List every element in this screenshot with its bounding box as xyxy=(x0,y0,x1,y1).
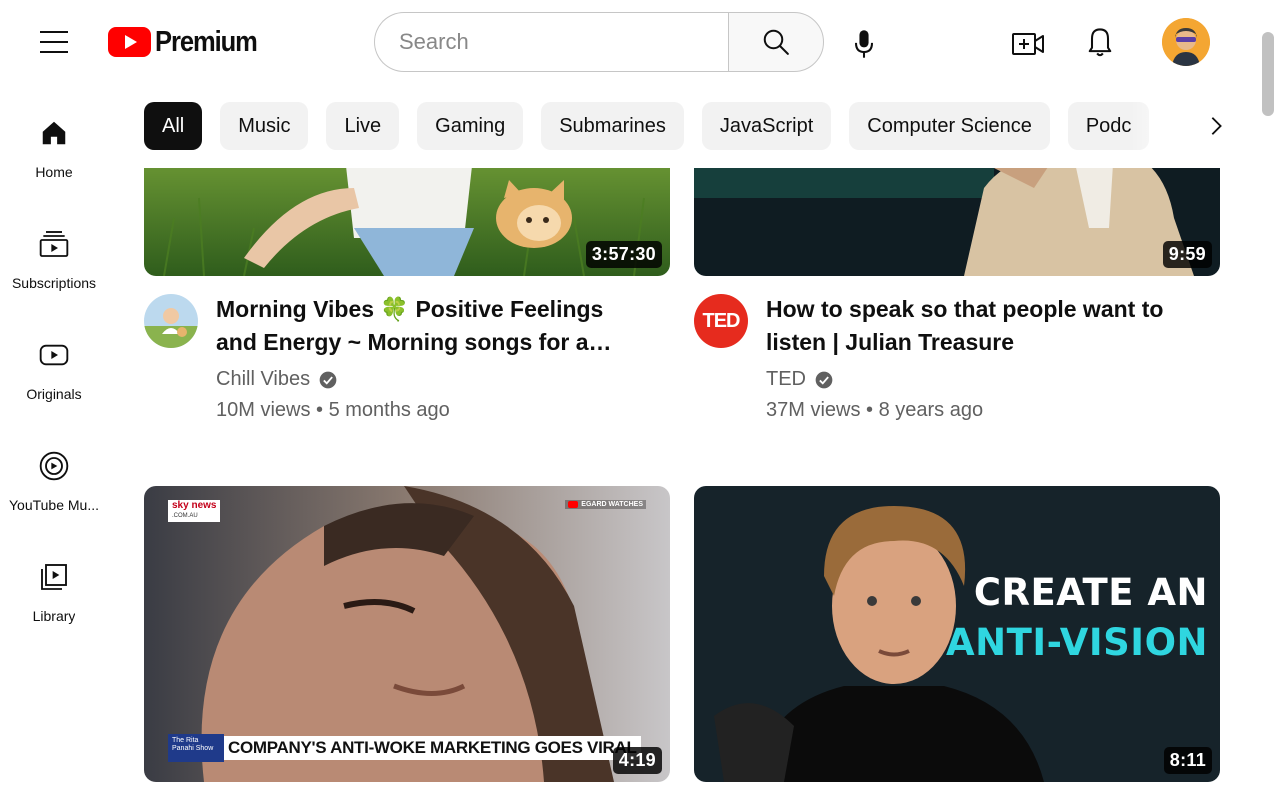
sidebar-item-originals[interactable]: Originals xyxy=(0,318,108,429)
video-thumbnail[interactable]: 3:57:30 xyxy=(144,168,670,276)
create-button[interactable] xyxy=(1006,22,1050,66)
masthead: Premium xyxy=(0,0,1280,84)
filter-chip-bar: All Music Live Gaming Submarines JavaScr… xyxy=(144,102,1230,150)
youtube-play-logo-icon xyxy=(108,27,151,57)
channel-name-text: Chill Vibes xyxy=(216,368,311,390)
chip-submarines[interactable]: Submarines xyxy=(541,102,684,150)
thumbnail-headline-line2: ANTI-VISION xyxy=(945,621,1208,664)
sidebar-item-library[interactable]: Library xyxy=(0,540,108,651)
channel-avatar-image xyxy=(144,294,198,348)
video-duration: 9:59 xyxy=(1162,241,1212,268)
youtube-premium-logo[interactable]: Premium xyxy=(108,26,271,58)
microphone-icon xyxy=(854,30,874,58)
originals-icon xyxy=(39,344,69,366)
video-thumbnail[interactable]: CREATE AN ANTI-VISION 8:11 xyxy=(694,486,1220,782)
youtube-music-icon xyxy=(39,451,69,481)
page-scrollbar[interactable] xyxy=(1262,32,1274,116)
mini-guide: Home Subscriptions Originals YouTube Mu.… xyxy=(0,96,108,651)
video-duration: 8:11 xyxy=(1163,747,1212,774)
watermark: EGARD WATCHES xyxy=(565,500,646,509)
show-logo: The Rita Panahi Show xyxy=(168,734,224,762)
sky-news-logo: sky news .COM.AU xyxy=(168,500,221,522)
channel-name[interactable]: Chill Vibes xyxy=(216,368,338,391)
video-thumbnail[interactable]: sky news .COM.AU EGARD WATCHES The Rita … xyxy=(144,486,670,782)
search-button[interactable] xyxy=(728,12,824,72)
verified-badge-icon xyxy=(815,371,833,388)
news-headline: COMPANY'S ANTI-WOKE MARKETING GOES VIRAL xyxy=(224,736,641,760)
network-logo-sub: .COM.AU xyxy=(172,513,198,519)
video-duration: 4:19 xyxy=(612,747,662,774)
news-lower-third: The Rita Panahi Show COMPANY'S ANTI-WOKE… xyxy=(168,734,641,762)
thumbnail-headline-line1: CREATE AN xyxy=(973,571,1208,614)
sidebar-item-subscriptions[interactable]: Subscriptions xyxy=(0,207,108,318)
user-avatar-icon xyxy=(1162,18,1210,66)
chip-all[interactable]: All xyxy=(144,102,203,150)
chip-music[interactable]: Music xyxy=(220,102,309,150)
sidebar-item-youtube-music[interactable]: YouTube Mu... xyxy=(0,429,108,540)
video-metadata: 37M views • 8 years ago xyxy=(766,399,984,421)
subscriptions-icon xyxy=(39,231,69,257)
guide-menu-button[interactable] xyxy=(34,22,74,62)
chip-computer-science[interactable]: Computer Science xyxy=(849,102,1050,150)
video-metadata: 10M views • 5 months ago xyxy=(216,399,450,421)
verified-badge-icon xyxy=(319,371,337,388)
video-title[interactable]: Morning Vibes 🍀 Positive Feelings and En… xyxy=(216,293,626,359)
channel-name[interactable]: TED xyxy=(766,368,834,391)
sidebar-item-home[interactable]: Home xyxy=(0,96,108,207)
library-icon xyxy=(41,564,67,590)
search-input[interactable] xyxy=(374,12,728,72)
notifications-button[interactable] xyxy=(1078,20,1122,64)
home-icon xyxy=(42,121,66,145)
ted-logo-text: TED xyxy=(702,309,741,332)
video-title[interactable]: How to speak so that people want to list… xyxy=(766,293,1176,359)
chips-next-button[interactable] xyxy=(1196,106,1236,146)
thumbnail-image xyxy=(694,168,1220,276)
watermark-text: EGARD WATCHES xyxy=(581,501,643,508)
sidebar-item-label: YouTube Mu... xyxy=(8,497,100,513)
video-duration: 3:57:30 xyxy=(585,241,662,268)
search-icon xyxy=(763,29,789,55)
video-camera-add-icon xyxy=(1012,33,1044,55)
account-avatar[interactable] xyxy=(1162,18,1210,66)
logo-text: Premium xyxy=(155,25,258,58)
chip-gaming[interactable]: Gaming xyxy=(417,102,524,150)
bell-icon xyxy=(1088,28,1112,57)
voice-search-button[interactable] xyxy=(842,22,886,66)
search-box xyxy=(374,12,824,72)
sidebar-item-label: Subscriptions xyxy=(11,275,97,291)
channel-avatar[interactable]: TED xyxy=(694,294,748,348)
network-logo-text: sky news xyxy=(172,500,217,511)
video-thumbnail[interactable]: 9:59 xyxy=(694,168,1220,276)
channel-avatar[interactable] xyxy=(144,294,198,348)
sidebar-item-label: Library xyxy=(32,608,76,624)
youtube-mini-icon xyxy=(568,501,579,508)
chip-live[interactable]: Live xyxy=(326,102,400,150)
chip-javascript[interactable]: JavaScript xyxy=(701,102,832,150)
sidebar-item-label: Originals xyxy=(26,386,82,402)
sidebar-item-label: Home xyxy=(35,164,73,180)
chevron-right-icon xyxy=(1211,117,1222,135)
thumbnail-headline: CREATE AN ANTI-VISION xyxy=(946,568,1208,668)
hamburger-icon xyxy=(40,31,68,33)
channel-name-text: TED xyxy=(766,368,806,390)
video-feed: 3:57:30 Morning Vibes 🍀 Positive Feeling… xyxy=(144,168,1220,800)
chip-podcasts[interactable]: Podc xyxy=(1067,102,1150,150)
